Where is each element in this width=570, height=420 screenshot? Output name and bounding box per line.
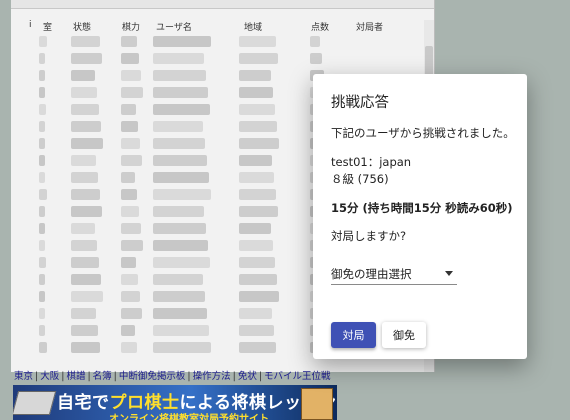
decline-reason-label: 御免の理由選択: [331, 267, 412, 281]
challenge-response-dialog: 挑戦応答 下記のユーザから挑戦されました。 test01：japan ８級 (7…: [313, 74, 527, 359]
modal-overlay: 挑戦応答 下記のユーザから挑戦されました。 test01：japan ８級 (7…: [0, 0, 570, 420]
decline-button[interactable]: 御免: [382, 322, 426, 348]
dialog-question: 対局しますか?: [331, 229, 407, 243]
challenger-rank: ８級 (756): [331, 172, 389, 186]
decline-reason-select[interactable]: 御免の理由選択: [331, 264, 457, 285]
time-control: 15分 (持ち時間15分 秒読み60秒): [331, 201, 513, 215]
challenger-user: test01：japan: [331, 155, 412, 169]
dropdown-arrow-icon: [445, 271, 453, 276]
accept-button[interactable]: 対局: [331, 322, 376, 348]
dialog-title: 挑戦応答: [331, 95, 389, 111]
dialog-message: 下記のユーザから挑戦されました。: [331, 126, 515, 140]
